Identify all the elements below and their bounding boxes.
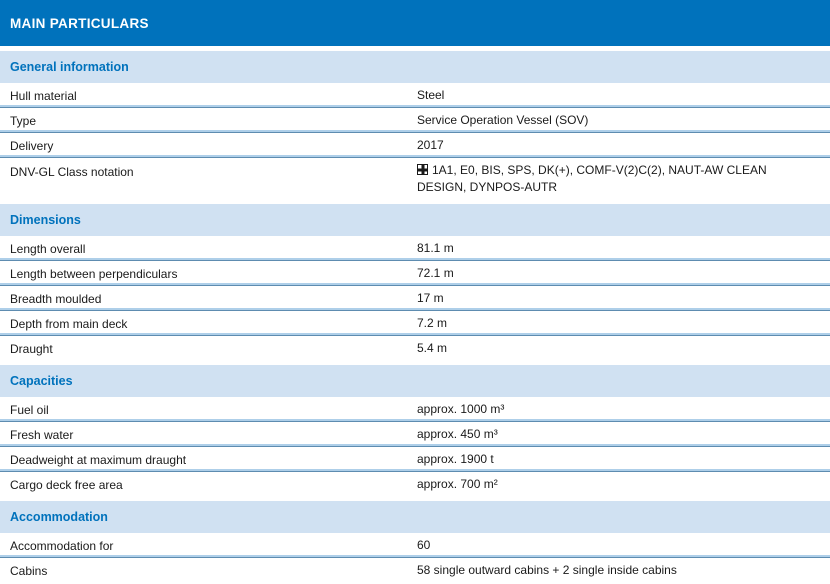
- row-value: Steel: [417, 87, 830, 104]
- section-dimensions: Dimensions Length overall 81.1 m Length …: [0, 204, 830, 361]
- table-row: Fuel oil approx. 1000 m³: [0, 397, 830, 422]
- table-row: Delivery 2017: [0, 133, 830, 158]
- table-row: Accommodation for 60: [0, 533, 830, 558]
- row-value: approx. 1000 m³: [417, 401, 830, 418]
- section-accommodation: Accommodation Accommodation for 60 Cabin…: [0, 501, 830, 583]
- row-value: 60: [417, 537, 830, 554]
- section-capacities: Capacities Fuel oil approx. 1000 m³ Fres…: [0, 365, 830, 497]
- row-value: 72.1 m: [417, 265, 830, 282]
- row-label: Cargo deck free area: [0, 478, 417, 492]
- row-label: Depth from main deck: [0, 317, 417, 331]
- row-value: 5.4 m: [417, 340, 830, 357]
- table-row: Length between perpendiculars 72.1 m: [0, 261, 830, 286]
- row-value: 58 single outward cabins + 2 single insi…: [417, 562, 830, 579]
- section-title: General information: [10, 60, 129, 74]
- row-label: Fuel oil: [0, 403, 417, 417]
- section-title: Accommodation: [10, 510, 108, 524]
- row-label: Draught: [0, 342, 417, 356]
- table-row: Depth from main deck 7.2 m: [0, 311, 830, 336]
- row-label: Type: [0, 114, 417, 128]
- row-label: Deadweight at maximum draught: [0, 453, 417, 467]
- row-value: 7.2 m: [417, 315, 830, 332]
- row-value: 1A1, E0, BIS, SPS, DK(+), COMF-V(2)C(2),…: [417, 162, 830, 197]
- row-label: Hull material: [0, 89, 417, 103]
- row-value: 81.1 m: [417, 240, 830, 257]
- section-header-capacities: Capacities: [0, 365, 830, 397]
- table-row: Length overall 81.1 m: [0, 236, 830, 261]
- row-label: Delivery: [0, 139, 417, 153]
- table-title: MAIN PARTICULARS: [10, 16, 149, 31]
- section-title: Dimensions: [10, 213, 81, 227]
- dnv-class-notation-text: 1A1, E0, BIS, SPS, DK(+), COMF-V(2)C(2),…: [417, 163, 767, 194]
- table-row: Draught 5.4 m: [0, 336, 830, 361]
- row-label: Length between perpendiculars: [0, 267, 417, 281]
- row-label: Breadth moulded: [0, 292, 417, 306]
- section-header-accommodation: Accommodation: [0, 501, 830, 533]
- section-title: Capacities: [10, 374, 73, 388]
- row-value: approx. 1900 t: [417, 451, 830, 468]
- row-label: Accommodation for: [0, 539, 417, 553]
- row-value: Service Operation Vessel (SOV): [417, 112, 830, 129]
- table-title-bar: MAIN PARTICULARS: [0, 0, 830, 46]
- section-general-information: General information Hull material Steel …: [0, 51, 830, 200]
- row-value: approx. 700 m²: [417, 476, 830, 493]
- section-header-dimensions: Dimensions: [0, 204, 830, 236]
- row-value: 2017: [417, 137, 830, 154]
- row-label: DNV-GL Class notation: [0, 162, 417, 179]
- table-row: Breadth moulded 17 m: [0, 286, 830, 311]
- main-particulars-table: MAIN PARTICULARS General information Hul…: [0, 0, 830, 584]
- row-value: approx. 450 m³: [417, 426, 830, 443]
- table-row: Type Service Operation Vessel (SOV): [0, 108, 830, 133]
- table-row: Cabins 58 single outward cabins + 2 sing…: [0, 558, 830, 583]
- table-row: Hull material Steel: [0, 83, 830, 108]
- row-label: Cabins: [0, 564, 417, 578]
- table-row: DNV-GL Class notation 1A1, E0, BIS, SPS,…: [0, 158, 830, 200]
- maltese-cross-icon: [417, 164, 428, 175]
- row-label: Length overall: [0, 242, 417, 256]
- table-row: Cargo deck free area approx. 700 m²: [0, 472, 830, 497]
- table-row: Deadweight at maximum draught approx. 19…: [0, 447, 830, 472]
- table-row: Fresh water approx. 450 m³: [0, 422, 830, 447]
- row-value: 17 m: [417, 290, 830, 307]
- section-header-general-information: General information: [0, 51, 830, 83]
- row-label: Fresh water: [0, 428, 417, 442]
